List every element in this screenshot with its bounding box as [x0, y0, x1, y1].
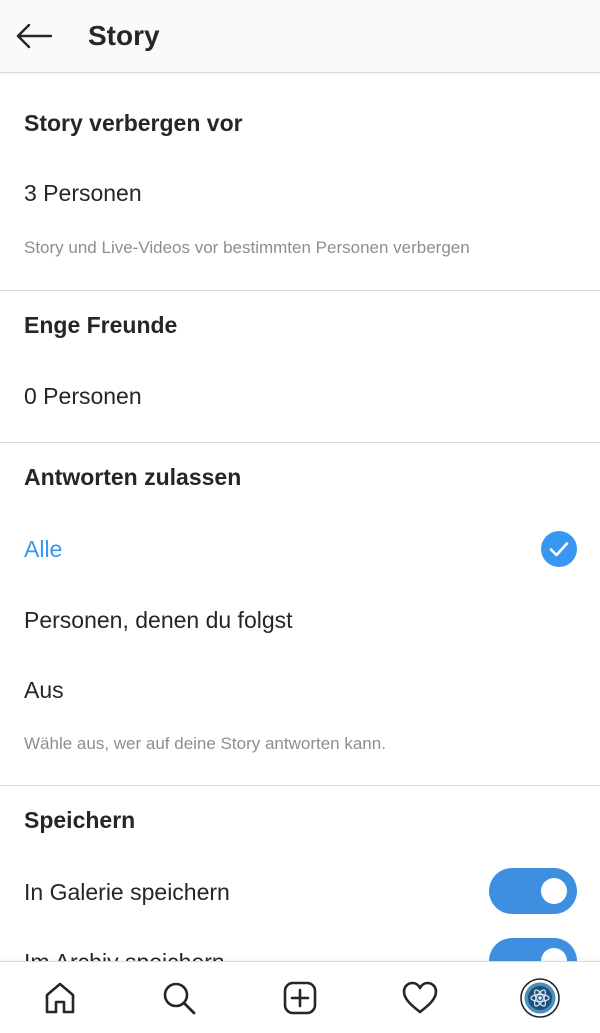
nav-search[interactable] — [157, 976, 201, 1020]
story-settings-screen: Story Story verbergen vor 3 Personen Sto… — [0, 0, 600, 1033]
save-to-archive-row[interactable]: Im Archiv speichern — [0, 931, 600, 961]
saving-section-title: Speichern — [24, 807, 136, 833]
settings-list: Story verbergen vor 3 Personen Story und… — [0, 73, 600, 961]
save-to-gallery-row[interactable]: In Galerie speichern — [0, 861, 600, 923]
reply-option-off[interactable]: Aus — [0, 659, 600, 721]
hide-story-section-title: Story verbergen vor — [24, 110, 243, 136]
divider — [0, 442, 600, 443]
save-to-archive-label: Im Archiv speichern — [24, 947, 225, 961]
nav-add-post[interactable] — [278, 976, 322, 1020]
top-app-bar: Story — [0, 0, 600, 73]
back-button[interactable] — [10, 14, 58, 58]
page-title: Story — [88, 20, 160, 51]
search-icon — [163, 982, 196, 1015]
nav-home[interactable] — [38, 976, 82, 1020]
save-to-gallery-label: In Galerie speichern — [24, 879, 230, 905]
bottom-navigation-bar — [0, 961, 600, 1033]
toggle-knob — [541, 948, 567, 961]
save-to-archive-toggle[interactable] — [489, 938, 577, 961]
close-friends-section-title: Enge Freunde — [24, 312, 178, 338]
reply-option-label: Aus — [24, 677, 64, 703]
hide-story-count: 3 Personen — [24, 180, 142, 206]
nav-profile[interactable] — [518, 976, 562, 1020]
hide-story-note: Story und Live-Videos vor bestimmten Per… — [24, 238, 470, 257]
activity-heart-icon — [402, 981, 438, 1014]
profile-avatar-icon — [520, 978, 560, 1018]
reply-option-label: Personen, denen du folgst — [24, 607, 293, 633]
divider — [0, 785, 600, 786]
arrow-left-icon — [16, 23, 53, 49]
hide-story-row[interactable]: 3 Personen — [0, 162, 600, 224]
replies-section-title: Antworten zulassen — [24, 464, 242, 490]
reply-option-following[interactable]: Personen, denen du folgst — [0, 589, 600, 651]
reply-option-label: Alle — [24, 536, 63, 562]
toggle-knob — [541, 878, 567, 904]
checkmark-icon — [541, 531, 577, 567]
save-to-gallery-toggle[interactable] — [489, 868, 577, 914]
divider — [0, 290, 600, 291]
add-post-icon — [283, 981, 317, 1015]
nav-activity[interactable] — [398, 976, 442, 1020]
reply-option-all[interactable]: Alle — [0, 518, 600, 580]
home-icon — [45, 982, 75, 1014]
close-friends-row[interactable]: 0 Personen — [0, 364, 600, 426]
replies-note: Wähle aus, wer auf deine Story antworten… — [24, 734, 386, 753]
close-friends-count: 0 Personen — [24, 383, 142, 409]
